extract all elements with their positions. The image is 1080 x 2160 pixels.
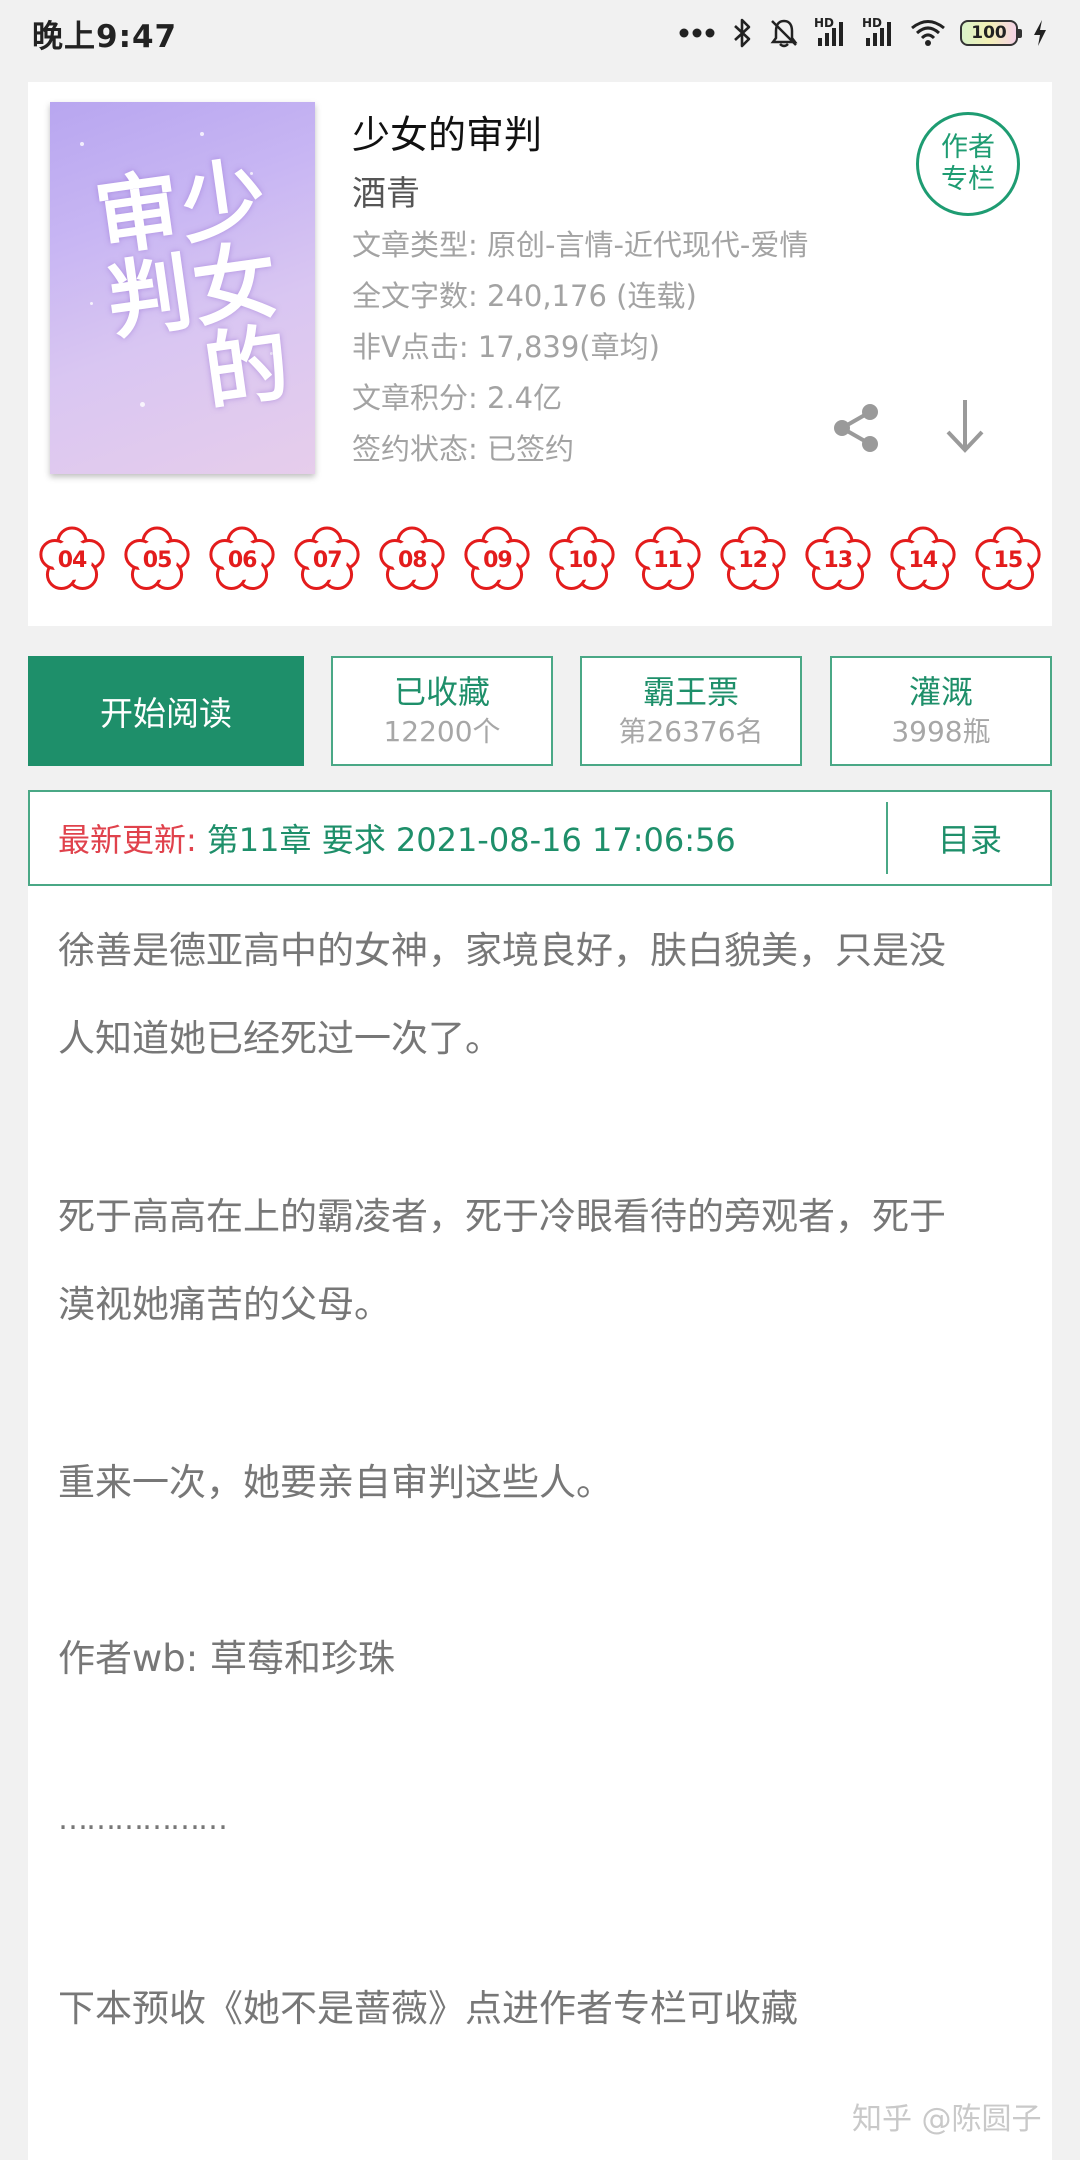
signal-icon: HD: [814, 16, 848, 48]
flower-badge[interactable]: 06: [204, 522, 280, 598]
flower-month-label: 15: [993, 547, 1024, 573]
flower-badge[interactable]: 05: [119, 522, 195, 598]
status-time: 晚上9:47: [32, 18, 178, 55]
flower-badge[interactable]: 12: [715, 522, 791, 598]
flower-badge[interactable]: 14: [885, 522, 961, 598]
flower-badge[interactable]: 09: [459, 522, 535, 598]
meta-score: 文章积分: 2.4亿: [352, 381, 563, 415]
author-column-button[interactable]: 作者专栏: [916, 112, 1020, 216]
description-line: 下本预收《她不是蔷薇》点进作者专栏可收藏: [58, 1987, 798, 2030]
battery-icon: 100: [960, 20, 1022, 46]
description-line: 漠视她痛苦的父母。: [58, 1283, 391, 1326]
book-cover[interactable]: 少女的审判: [50, 102, 315, 474]
flower-month-label: 10: [568, 547, 598, 573]
flower-badge[interactable]: 10: [544, 522, 620, 598]
more-dots-icon: [679, 28, 715, 38]
meta-genre: 文章类型: 原创-言情-近代现代-爱情: [352, 228, 809, 262]
download-icon[interactable]: [942, 396, 988, 456]
collect-count: 12200个: [383, 715, 501, 748]
description-line: 作者wb: 草莓和珍珠: [58, 1637, 395, 1680]
status-icons: HD HD 100: [678, 16, 1048, 49]
flower-month-label: 09: [483, 547, 513, 573]
table-of-contents-button[interactable]: 目录: [888, 792, 1052, 884]
irrigate-label: 灌溉: [908, 673, 973, 711]
flower-month-label: 08: [398, 547, 428, 573]
book-info-card: 少女的审判 少女的审判 酒青 文章类型: 原创-言情-近代现代-爱情 全文字数:…: [28, 82, 1052, 626]
watermark: 知乎 @陈圆子: [852, 2102, 1042, 2137]
bluetooth-icon: [734, 18, 751, 48]
irrigate-button[interactable]: 灌溉 3998瓶: [830, 656, 1052, 766]
irrigate-count: 3998瓶: [891, 715, 991, 748]
charging-icon: [1034, 20, 1046, 46]
meta-clicks: 非V点击: 17,839(章均): [352, 330, 660, 364]
monthly-flower-row: 04 05 06 07 08 09 10 11 12 13 14 15: [34, 522, 1046, 606]
book-description: 徐善是德亚高中的女神，家境良好，肤白貌美，只是没 人知道她已经死过一次了。 死于…: [28, 886, 1052, 2160]
flower-month-label: 06: [227, 547, 258, 573]
description-line: 死于高高在上的霸凌者，死于冷眼看待的旁观者，死于: [58, 1195, 946, 1238]
latest-update-label: 最新更新:: [58, 821, 197, 859]
description-line: 重来一次，她要亲自审判这些人。: [58, 1461, 613, 1504]
book-author[interactable]: 酒青: [352, 166, 420, 215]
description-line: 徐善是德亚高中的女神，家境良好，肤白貌美，只是没: [58, 929, 946, 972]
flower-month-label: 12: [738, 547, 768, 573]
flower-month-label: 13: [823, 547, 853, 573]
flower-badge[interactable]: 13: [800, 522, 876, 598]
cover-title-art: 少女的审判: [76, 151, 296, 415]
latest-chapter-link[interactable]: 第11章 要求 2021-08-16 17:06:56: [207, 815, 736, 861]
ticket-label: 霸王票: [642, 673, 739, 711]
signal-icon: HD: [862, 16, 896, 48]
flower-month-label: 14: [908, 547, 938, 573]
bell-off-icon: [770, 19, 798, 48]
flower-badge[interactable]: 08: [374, 522, 450, 598]
flower-badge[interactable]: 15: [970, 522, 1046, 598]
share-icon[interactable]: [828, 400, 884, 456]
flower-month-label: 11: [653, 547, 683, 573]
latest-update-bar[interactable]: 最新更新: 第11章 要求 2021-08-16 17:06:56 目录: [28, 790, 1052, 886]
flower-month-label: 04: [57, 547, 88, 573]
flower-badge[interactable]: 07: [289, 522, 365, 598]
wifi-icon: [911, 20, 945, 46]
description-line: 人知道她已经死过一次了。: [58, 1017, 502, 1060]
overlord-ticket-button[interactable]: 霸王票 第26376名: [580, 656, 802, 766]
start-reading-button[interactable]: 开始阅读: [28, 656, 304, 766]
meta-word-count: 全文字数: 240,176 (连载): [352, 279, 697, 313]
description-line: ………………: [58, 1802, 228, 1837]
collect-label: 已收藏: [393, 673, 490, 711]
flower-badge[interactable]: 04: [34, 522, 110, 598]
ticket-rank: 第26376名: [618, 715, 764, 748]
flower-badge[interactable]: 11: [630, 522, 706, 598]
book-title: 少女的审判: [352, 113, 543, 157]
status-bar: 晚上9:47 HD HD 100: [0, 0, 1080, 66]
meta-sign-status: 签约状态: 已签约: [352, 432, 574, 466]
flower-month-label: 05: [142, 547, 173, 573]
flower-month-label: 07: [312, 547, 343, 573]
collect-button[interactable]: 已收藏 12200个: [331, 656, 553, 766]
